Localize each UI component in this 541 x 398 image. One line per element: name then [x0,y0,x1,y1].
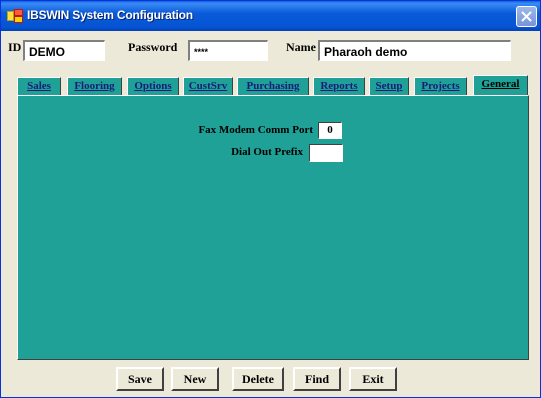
tab-strip: Sales Flooring Options CustSrv Purchasin… [17,75,529,95]
tab-general[interactable]: General [473,75,528,95]
password-field[interactable]: **** [188,40,268,61]
id-field[interactable]: DEMO [23,40,105,61]
window-title: IBSWIN System Configuration [27,8,193,22]
fax-modem-port-field[interactable]: 0 [318,122,342,139]
name-label: Name [286,40,316,54]
new-button[interactable]: New [171,367,219,391]
app-icon [7,9,23,23]
close-icon [521,11,532,22]
tab-sales[interactable]: Sales [17,77,61,95]
dial-out-prefix-field[interactable] [309,144,343,162]
name-field[interactable]: Pharaoh demo [318,40,511,61]
tab-reports[interactable]: Reports [313,77,365,95]
exit-button[interactable]: Exit [349,367,397,391]
tab-setup[interactable]: Setup [369,77,409,95]
config-window: IBSWIN System Configuration ID DEMO Pass… [0,0,541,398]
id-label: ID [8,40,22,54]
tab-custsrv[interactable]: CustSrv [183,77,233,95]
tab-projects[interactable]: Projects [414,77,467,95]
title-bar[interactable]: IBSWIN System Configuration [1,1,540,31]
dial-out-prefix-label: Dial Out Prefix [231,146,303,158]
tab-flooring[interactable]: Flooring [67,77,122,95]
fax-modem-label: Fax Modem Comm Port [198,124,313,136]
tab-options[interactable]: Options [127,77,179,95]
delete-button[interactable]: Delete [232,367,284,391]
save-button[interactable]: Save [116,367,164,391]
tab-purchasing[interactable]: Purchasing [237,77,309,95]
find-button[interactable]: Find [293,367,341,391]
general-panel: Fax Modem Comm Port 0 Dial Out Prefix [17,95,529,360]
password-label: Password [128,40,178,54]
close-button[interactable] [516,6,537,27]
